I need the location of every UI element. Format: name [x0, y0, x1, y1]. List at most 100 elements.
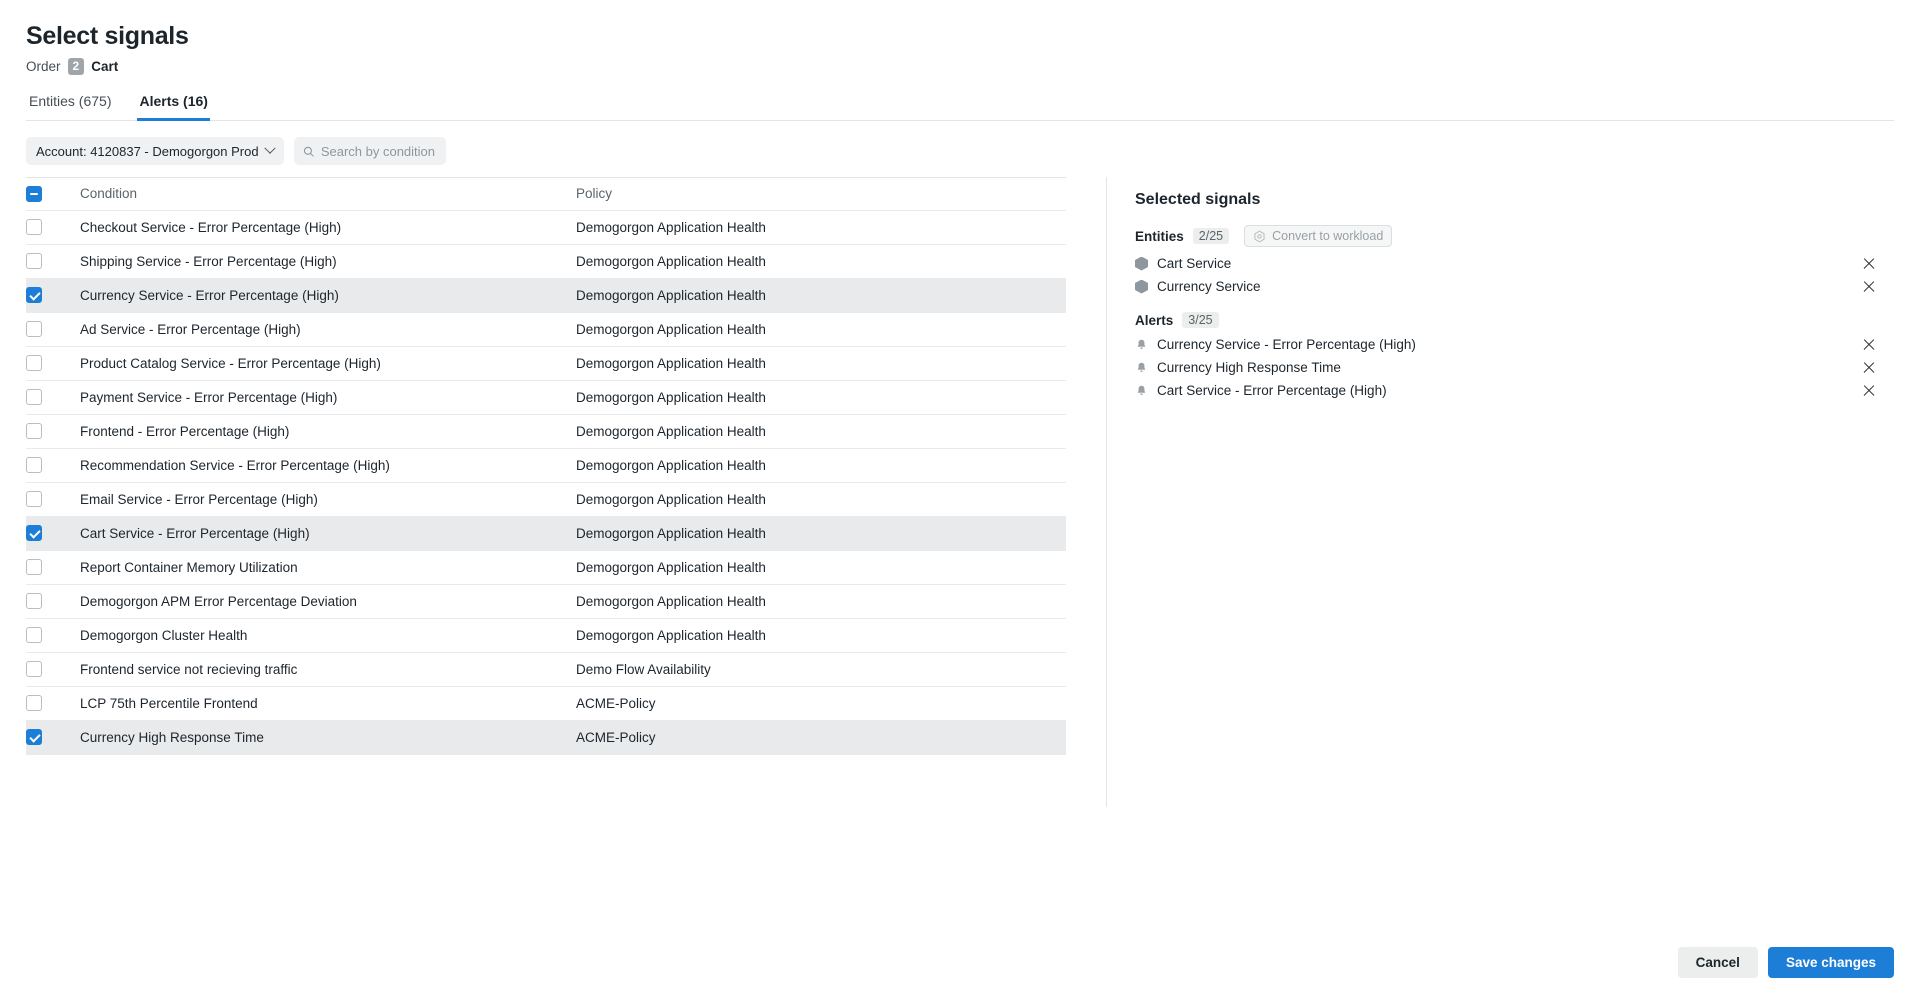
table-row[interactable]: Demogorgon Cluster Health Demogorgon Appl… — [26, 618, 1066, 653]
table-row[interactable]: Currency High Response Time ACME-Policy — [26, 720, 1066, 755]
row-checkbox[interactable] — [26, 593, 42, 610]
row-checkbox[interactable] — [26, 525, 42, 542]
row-checkbox[interactable] — [26, 389, 42, 406]
save-changes-button[interactable]: Save changes — [1767, 947, 1894, 978]
column-header-condition[interactable]: Condition — [80, 178, 576, 211]
breadcrumb-current-cart: Cart — [91, 59, 119, 74]
cell-policy: Demogorgon Application Health — [576, 210, 1066, 245]
signals-table: Condition Policy Checkout Service - Erro… — [26, 178, 1066, 755]
close-icon[interactable] — [1862, 338, 1876, 352]
entity-hexagon-icon — [1135, 279, 1148, 294]
row-checkbox-cell — [26, 346, 80, 381]
breadcrumb: Order 2 Cart — [26, 58, 1894, 75]
cell-condition: Demogorgon Cluster Health — [80, 618, 576, 653]
row-checkbox[interactable] — [26, 627, 42, 644]
row-checkbox[interactable] — [26, 661, 42, 678]
page-title: Select signals — [26, 22, 189, 50]
row-checkbox[interactable] — [26, 355, 42, 372]
table-row[interactable]: Report Container Memory Utilization Demog… — [26, 550, 1066, 585]
table-row[interactable]: Frontend service not recieving traffic De… — [26, 652, 1066, 687]
table-row[interactable]: LCP 75th Percentile Frontend ACME-Policy — [26, 686, 1066, 721]
row-checkbox[interactable] — [26, 695, 42, 712]
selected-entities-list: Cart Service Currency Service — [1135, 254, 1894, 296]
row-checkbox-cell — [26, 312, 80, 347]
tab-entities[interactable]: Entities (675) — [27, 93, 113, 121]
breadcrumb-step-order[interactable]: Order — [26, 59, 61, 74]
row-checkbox-cell — [26, 652, 80, 687]
entities-group-header: Entities 2/25 Convert to workload — [1135, 225, 1894, 247]
row-checkbox-cell — [26, 414, 80, 449]
row-checkbox[interactable] — [26, 253, 42, 270]
row-checkbox[interactable] — [26, 287, 42, 304]
table-header-row: Condition Policy — [26, 178, 1066, 211]
close-icon[interactable] — [1862, 361, 1876, 375]
row-checkbox[interactable] — [26, 729, 42, 746]
table-row[interactable]: Currency Service - Error Percentage (Hig… — [26, 278, 1066, 313]
entities-count-badge: 2/25 — [1192, 228, 1230, 244]
close-icon[interactable] — [1862, 257, 1876, 271]
table-row[interactable]: Email Service - Error Percentage (High) D… — [26, 482, 1066, 517]
workload-hexagon-icon — [1254, 230, 1265, 242]
row-checkbox[interactable] — [26, 457, 42, 474]
list-item[interactable]: Currency Service - Error Percentage (Hig… — [1135, 335, 1894, 354]
cell-condition: Frontend - Error Percentage (High) — [80, 414, 576, 449]
cell-condition: Shipping Service - Error Percentage (Hig… — [80, 244, 576, 279]
cell-condition: Recommendation Service - Error Percentag… — [80, 448, 576, 483]
close-icon[interactable] — [1862, 384, 1876, 398]
table-row[interactable]: Recommendation Service - Error Percentag… — [26, 448, 1066, 483]
row-checkbox[interactable] — [26, 559, 42, 576]
tab-alerts[interactable]: Alerts (16) — [137, 93, 210, 121]
convert-to-workload-button[interactable]: Convert to workload — [1244, 225, 1393, 247]
row-checkbox-cell — [26, 550, 80, 585]
row-checkbox[interactable] — [26, 219, 42, 236]
list-item[interactable]: Currency Service — [1135, 277, 1894, 296]
column-header-policy[interactable]: Policy — [576, 178, 1066, 211]
cell-policy: Demogorgon Application Health — [576, 550, 1066, 585]
selected-signals-title: Selected signals — [1135, 191, 1261, 208]
table-row[interactable]: Shipping Service - Error Percentage (Hig… — [26, 244, 1066, 279]
select-all-cell — [26, 178, 80, 211]
cell-condition: Payment Service - Error Percentage (High… — [80, 380, 576, 415]
cell-policy: Demogorgon Application Health — [576, 346, 1066, 381]
alerts-group-header: Alerts 3/25 — [1135, 312, 1894, 328]
row-checkbox-cell — [26, 686, 80, 721]
table-row[interactable]: Payment Service - Error Percentage (High… — [26, 380, 1066, 415]
select-all-checkbox[interactable] — [26, 185, 42, 202]
table-row[interactable]: Frontend - Error Percentage (High) Demogo… — [26, 414, 1066, 449]
bell-icon — [1135, 338, 1157, 352]
table-row[interactable]: Checkout Service - Error Percentage (Hig… — [26, 210, 1066, 245]
row-checkbox-cell — [26, 278, 80, 313]
cell-policy: Demogorgon Application Health — [576, 414, 1066, 449]
bell-icon — [1135, 361, 1157, 375]
cell-policy: Demo Flow Availability — [576, 652, 1066, 687]
close-icon[interactable] — [1862, 280, 1876, 294]
cell-condition: LCP 75th Percentile Frontend — [80, 686, 576, 721]
search-input[interactable] — [320, 143, 437, 159]
list-item[interactable]: Cart Service — [1135, 254, 1894, 273]
cell-policy: Demogorgon Application Health — [576, 448, 1066, 483]
signals-table-container: Condition Policy Checkout Service - Erro… — [26, 177, 1066, 755]
list-item[interactable]: Currency High Response Time — [1135, 358, 1894, 377]
table-row[interactable]: Ad Service - Error Percentage (High) Demo… — [26, 312, 1066, 347]
dialog-footer: Cancel Save changes — [1677, 947, 1894, 978]
row-checkbox-cell — [26, 210, 80, 245]
row-checkbox-cell — [26, 618, 80, 653]
row-checkbox-cell — [26, 380, 80, 415]
list-item-label: Currency Service — [1157, 279, 1261, 294]
cell-condition: Currency High Response Time — [80, 720, 576, 755]
search-box[interactable] — [293, 137, 446, 165]
row-checkbox[interactable] — [26, 321, 42, 338]
row-checkbox-cell — [26, 584, 80, 619]
convert-to-workload-label: Convert to workload — [1272, 229, 1384, 243]
row-checkbox[interactable] — [26, 423, 42, 440]
table-row[interactable]: Cart Service - Error Percentage (High) De… — [26, 516, 1066, 551]
table-row[interactable]: Product Catalog Service - Error Percenta… — [26, 346, 1066, 381]
list-item[interactable]: Cart Service - Error Percentage (High) — [1135, 381, 1894, 400]
row-checkbox[interactable] — [26, 491, 42, 508]
entity-hexagon-icon — [1135, 256, 1148, 271]
account-dropdown[interactable]: Account: 4120837 - Demogorgon Prod — [26, 137, 284, 165]
row-checkbox-cell — [26, 482, 80, 517]
table-row[interactable]: Demogorgon APM Error Percentage Deviatio… — [26, 584, 1066, 619]
list-item-label: Currency Service - Error Percentage (Hig… — [1157, 337, 1416, 352]
cancel-button[interactable]: Cancel — [1677, 947, 1758, 978]
